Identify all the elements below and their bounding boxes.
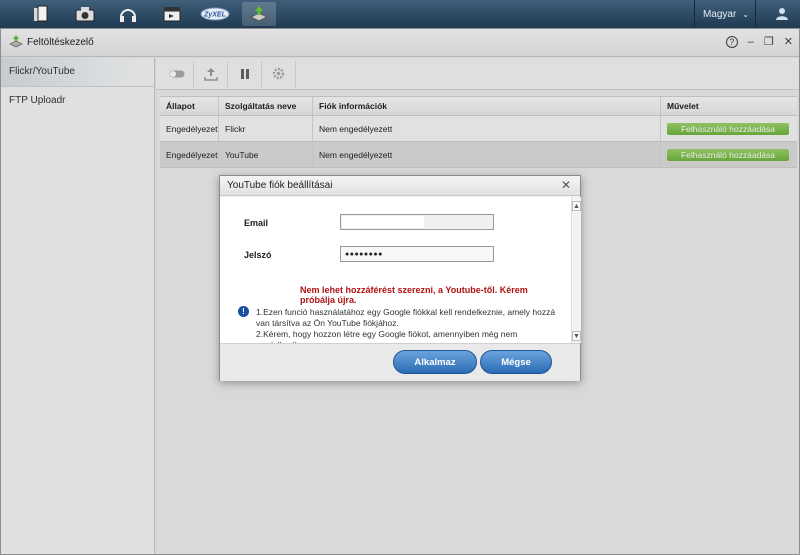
email-field[interactable] bbox=[340, 214, 494, 230]
info-line: 1.Ezen funció használatához egy Google f… bbox=[256, 307, 556, 328]
password-label: Jelszó bbox=[244, 250, 272, 260]
zyxel-logo-text: ZyXEL bbox=[203, 12, 226, 19]
photo-icon[interactable] bbox=[68, 2, 102, 26]
chevron-down-icon: ⌄ bbox=[742, 9, 749, 19]
dialog-footer: Alkalmaz Mégse bbox=[220, 343, 580, 381]
zyxel-icon[interactable]: ZyXEL bbox=[198, 2, 232, 26]
apply-button[interactable]: Alkalmaz bbox=[393, 350, 477, 374]
taskbar: ZyXEL Magyar ⌄ bbox=[0, 0, 800, 28]
close-icon[interactable]: ✕ bbox=[561, 179, 571, 192]
dialog-title: YouTube fiók beállításai bbox=[227, 180, 333, 191]
video-icon[interactable] bbox=[155, 2, 189, 26]
scroll-down-icon[interactable]: ▼ bbox=[572, 331, 581, 341]
dialog-titlebar: YouTube fiók beállításai ✕ bbox=[220, 176, 580, 196]
scrollbar[interactable]: ▲ ▼ bbox=[571, 197, 581, 343]
youtube-settings-dialog: YouTube fiók beállításai ✕ Email Jelszó … bbox=[219, 175, 581, 381]
error-message: Nem lehet hozzáférést szerezni, a Youtub… bbox=[300, 285, 528, 305]
info-text: 1.Ezen funció használatához egy Google f… bbox=[256, 307, 556, 343]
info-line: 2.Kérem, hogy hozzon létre egy Google fi… bbox=[256, 329, 518, 343]
password-field[interactable]: ●●●●●●●● bbox=[340, 246, 494, 262]
cancel-button[interactable]: Mégse bbox=[480, 350, 552, 374]
scroll-up-icon[interactable]: ▲ bbox=[572, 201, 581, 211]
language-label: Magyar bbox=[702, 8, 737, 20]
email-label: Email bbox=[244, 218, 269, 228]
upload-manager-icon[interactable] bbox=[242, 2, 276, 26]
info-icon: ! bbox=[238, 306, 249, 317]
dialog-body: Email Jelszó ●●●●●●●● Nem lehet hozzáfér… bbox=[220, 197, 571, 343]
file-manager-icon[interactable] bbox=[24, 2, 58, 26]
user-icon[interactable] bbox=[768, 0, 796, 28]
language-selector[interactable]: Magyar ⌄ bbox=[694, 0, 756, 28]
music-icon[interactable] bbox=[111, 2, 145, 26]
